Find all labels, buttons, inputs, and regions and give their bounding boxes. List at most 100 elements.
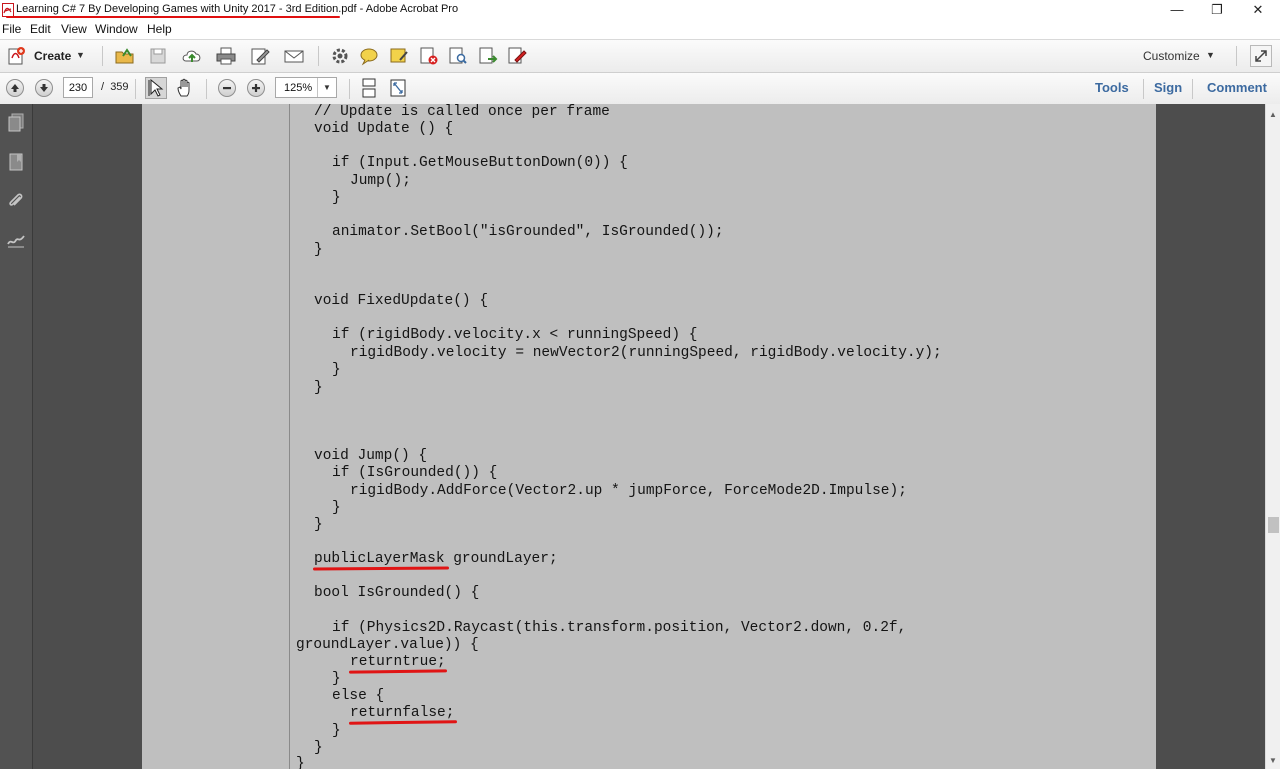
attachments-icon[interactable]	[5, 190, 27, 212]
pdf-form-icon[interactable]	[506, 45, 528, 67]
scrollbar-thumb[interactable]	[1268, 517, 1279, 533]
email-icon[interactable]	[283, 45, 305, 67]
code-line: rigidBody.velocity = newVector2(runningS…	[350, 345, 942, 361]
page-margin-line	[289, 104, 290, 769]
fit-page-icon	[390, 79, 406, 97]
menu-window[interactable]: Window	[95, 22, 138, 36]
title-underline-annotation	[6, 16, 340, 18]
plus-icon	[252, 84, 260, 92]
sticky-note-icon[interactable]	[388, 45, 410, 67]
chevron-down-icon[interactable]: ▼	[317, 78, 336, 97]
chevron-down-icon: ▼	[76, 50, 85, 60]
code-line: }	[332, 500, 341, 516]
title-bar: Learning C# 7 By Developing Games with U…	[0, 0, 1280, 21]
open-folder-icon[interactable]	[114, 45, 136, 67]
hand-icon	[177, 78, 190, 97]
toolbar-divider	[1192, 79, 1193, 99]
code-line: }	[314, 740, 323, 756]
code-line: }	[332, 723, 341, 739]
chevron-down-icon[interactable]: ▼	[1206, 50, 1215, 60]
acrobat-app-icon	[2, 3, 14, 17]
code-line: }	[332, 362, 341, 378]
menu-edit[interactable]: Edit	[30, 22, 51, 36]
code-line: }	[314, 380, 323, 396]
code-line: void Jump() {	[314, 448, 428, 464]
tab-sign[interactable]: Sign	[1154, 80, 1182, 95]
red-underline-annotation	[312, 566, 450, 571]
toolbar-divider	[102, 46, 103, 66]
arrow-up-icon	[11, 84, 19, 92]
toolbar-divider	[318, 46, 319, 66]
fit-page-button[interactable]	[387, 77, 409, 99]
toolbar-divider	[206, 79, 207, 99]
customize-menu[interactable]: Customize	[1143, 49, 1200, 63]
document-viewport[interactable]: // Update is called once per frame void …	[33, 104, 1265, 769]
page-number-input[interactable]	[63, 77, 93, 98]
page-thumbnails-icon[interactable]	[5, 112, 27, 134]
code-line: }	[314, 242, 323, 258]
code-line: animator.SetBool("isGrounded", IsGrounde…	[332, 224, 724, 240]
print-icon[interactable]	[215, 45, 237, 67]
code-line: returntrue;	[350, 654, 446, 670]
menu-view[interactable]: View	[61, 22, 87, 36]
select-tool-button[interactable]	[145, 77, 167, 99]
code-line: }	[314, 517, 323, 533]
upload-cloud-icon[interactable]	[181, 45, 203, 67]
page-total-count: 359	[110, 81, 129, 93]
next-page-button[interactable]	[35, 79, 53, 97]
save-icon[interactable]	[147, 45, 169, 67]
code-line: void Update () {	[314, 121, 454, 137]
previous-page-button[interactable]	[6, 79, 24, 97]
navigation-toolbar: / 359 125% ▼ Tools Sign Comment	[0, 73, 1280, 105]
tab-tools[interactable]: Tools	[1095, 80, 1129, 95]
zoom-value: 125%	[284, 82, 313, 94]
menu-file[interactable]: File	[2, 22, 21, 36]
expand-icon	[1255, 50, 1267, 62]
zoom-select[interactable]: 125% ▼	[275, 77, 337, 98]
menu-help[interactable]: Help	[147, 22, 172, 36]
expand-window-button[interactable]	[1250, 45, 1272, 67]
code-line: // Update is called once per frame	[314, 104, 610, 120]
scroll-mode-button[interactable]	[358, 77, 380, 99]
zoom-out-button[interactable]	[218, 79, 236, 97]
tab-comment[interactable]: Comment	[1207, 80, 1267, 95]
code-line: bool IsGrounded() {	[314, 585, 480, 601]
edit-icon[interactable]	[249, 45, 271, 67]
pdf-search-icon[interactable]	[447, 45, 469, 67]
page-scroll-icon	[362, 78, 376, 98]
menu-bar: File Edit View Window Help	[0, 20, 1280, 40]
restore-button[interactable]: ❐	[1197, 0, 1237, 20]
vertical-scrollbar[interactable]: ▲ ▼	[1265, 104, 1280, 769]
create-pdf-icon	[8, 47, 25, 65]
pdf-remove-icon[interactable]	[418, 45, 440, 67]
toolbar-divider	[135, 79, 136, 99]
code-line: }	[332, 671, 341, 687]
signatures-icon[interactable]	[5, 229, 27, 251]
scroll-down-arrow-icon[interactable]: ▼	[1269, 756, 1277, 765]
toolbar-divider	[349, 79, 350, 99]
code-line: }	[296, 756, 305, 769]
zoom-in-button[interactable]	[247, 79, 265, 97]
red-underline-annotation	[348, 720, 458, 725]
pdf-page: // Update is called once per frame void …	[142, 104, 1156, 769]
pdf-export-icon[interactable]	[477, 45, 499, 67]
create-button[interactable]: Create ▼	[4, 45, 86, 67]
code-line: if (IsGrounded()) {	[332, 465, 498, 481]
navigation-pane	[0, 104, 33, 769]
red-underline-annotation	[348, 669, 448, 674]
code-line: if (Input.GetMouseButtonDown(0)) {	[332, 155, 628, 171]
comment-bubble-icon[interactable]	[358, 45, 380, 67]
settings-icon[interactable]	[329, 45, 351, 67]
arrow-down-icon	[40, 84, 48, 92]
code-line: returnfalse;	[350, 705, 455, 721]
hand-tool-button[interactable]	[174, 77, 196, 99]
window-title: Learning C# 7 By Developing Games with U…	[16, 3, 459, 15]
code-line: }	[332, 190, 341, 206]
minimize-button[interactable]: —	[1157, 0, 1197, 20]
code-line: groundLayer.value)) {	[296, 637, 479, 653]
bookmarks-icon[interactable]	[5, 151, 27, 173]
create-label: Create	[34, 49, 72, 63]
scroll-up-arrow-icon[interactable]: ▲	[1269, 110, 1277, 119]
close-button[interactable]: ✕	[1238, 0, 1278, 20]
code-line: rigidBody.AddForce(Vector2.up * jumpForc…	[350, 483, 907, 499]
